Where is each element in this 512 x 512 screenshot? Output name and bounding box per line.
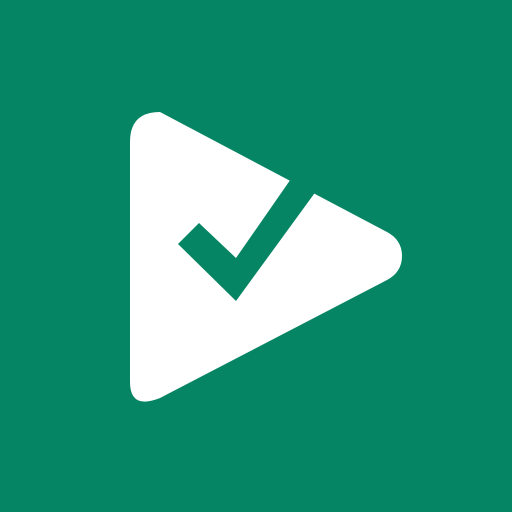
app-icon — [0, 0, 512, 512]
play-checkmark-icon — [0, 0, 512, 512]
